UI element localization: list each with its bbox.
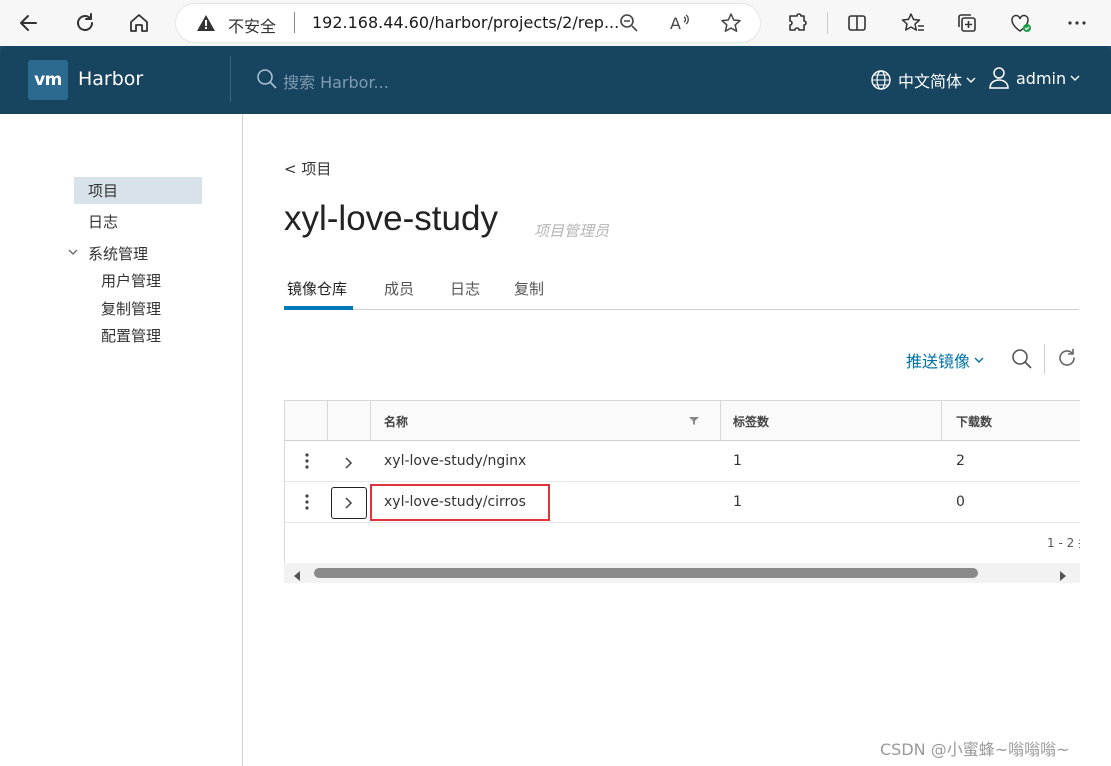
column-header-tags[interactable]: 标签数 <box>733 413 769 430</box>
horizontal-scrollbar[interactable] <box>284 563 1080 583</box>
reload-icon[interactable] <box>70 8 100 38</box>
sidebar-item-users[interactable]: 用户管理 <box>101 270 161 291</box>
column-divider <box>720 401 721 441</box>
search-icon[interactable] <box>1010 347 1034 375</box>
header-divider <box>230 56 231 102</box>
search-icon[interactable] <box>256 68 278 94</box>
vmware-logo: vm <box>28 60 68 100</box>
browser-health-icon[interactable] <box>1006 8 1036 38</box>
project-tabs: 镜像仓库 成员 日志 复制 <box>284 270 1079 310</box>
repository-name[interactable]: xyl-love-study/nginx <box>384 453 526 469</box>
tab-replication[interactable]: 复制 <box>514 278 544 299</box>
sidebar: 项目 日志 系统管理 用户管理 复制管理 配置管理 <box>0 114 243 766</box>
read-aloud-icon[interactable]: A <box>668 12 692 38</box>
chevron-down-icon <box>1070 74 1080 82</box>
favorites-icon[interactable] <box>898 8 928 38</box>
toolbar-divider <box>1044 344 1045 374</box>
column-header-pulls[interactable]: 下载数 <box>956 413 992 430</box>
warning-icon <box>196 14 216 36</box>
chevron-right-icon[interactable] <box>331 487 367 519</box>
favorite-star-icon[interactable] <box>720 12 742 38</box>
push-image-button[interactable]: 推送镜像 <box>906 348 984 372</box>
page-title: xyl-love-study <box>284 199 498 238</box>
address-bar[interactable]: 不安全 192.168.44.60/harbor/projects/2/rep.… <box>176 4 760 42</box>
chevron-right-icon[interactable] <box>331 449 367 477</box>
username-label: admin <box>1016 68 1067 88</box>
more-menu-icon[interactable] <box>1062 8 1092 38</box>
user-menu[interactable]: admin <box>988 66 1080 90</box>
collections-icon[interactable] <box>952 8 982 38</box>
scrollbar-thumb[interactable] <box>314 568 978 578</box>
scroll-right-icon[interactable] <box>1058 567 1068 586</box>
insecure-label: 不安全 <box>228 17 277 36</box>
language-selector[interactable]: 中文简体 <box>870 68 976 92</box>
pull-count: 2 <box>956 453 965 469</box>
browser-toolbar: 不安全 192.168.44.60/harbor/projects/2/rep.… <box>0 0 1111 46</box>
column-divider <box>327 401 328 441</box>
sidebar-item-projects[interactable]: 项目 <box>88 180 118 201</box>
table-header: 名称 标签数 下载数 <box>285 401 1080 441</box>
user-icon <box>988 66 1010 90</box>
active-tab-indicator <box>284 306 353 310</box>
app-name[interactable]: Harbor <box>78 68 143 90</box>
sidebar-item-configuration[interactable]: 配置管理 <box>101 325 161 346</box>
address-divider <box>294 12 295 33</box>
column-divider <box>370 401 371 441</box>
refresh-icon[interactable] <box>1056 347 1078 373</box>
tab-members[interactable]: 成员 <box>384 278 414 299</box>
back-arrow-icon[interactable] <box>14 8 44 38</box>
pull-count: 0 <box>956 494 965 510</box>
split-screen-icon[interactable] <box>842 8 872 38</box>
chevron-down-icon <box>966 76 976 84</box>
repository-table: 名称 标签数 下载数 xyl-love-study/nginx 1 2 xyl-… <box>284 400 1080 564</box>
app-header: vm Harbor 搜索 Harbor... 中文简体 admin <box>0 46 1111 114</box>
column-header-name[interactable]: 名称 <box>384 413 408 430</box>
filter-icon[interactable] <box>689 416 699 426</box>
tab-logs[interactable]: 日志 <box>450 278 480 299</box>
back-to-projects-link[interactable]: < 项目 <box>284 158 331 179</box>
tag-count: 1 <box>733 494 742 510</box>
sidebar-item-administration[interactable]: 系统管理 <box>88 243 148 264</box>
chevron-down-icon <box>974 356 984 364</box>
pagination-summary: 1 - 2 共 <box>1047 536 1080 550</box>
globe-icon <box>870 69 892 91</box>
url-text[interactable]: 192.168.44.60/harbor/projects/2/rep... <box>312 13 619 32</box>
zoom-icon[interactable] <box>618 12 640 38</box>
scroll-left-icon[interactable] <box>292 567 302 586</box>
table-row[interactable]: xyl-love-study/nginx 1 2 <box>285 441 1080 482</box>
toolbar-divider <box>827 12 828 34</box>
global-search-input[interactable]: 搜索 Harbor... <box>283 69 389 93</box>
tag-count: 1 <box>733 453 742 469</box>
tab-repositories[interactable]: 镜像仓库 <box>287 278 347 299</box>
column-divider <box>941 401 942 441</box>
svg-text:A: A <box>670 14 681 33</box>
chevron-down-icon[interactable] <box>67 248 79 257</box>
row-actions-icon[interactable] <box>305 493 309 515</box>
home-icon[interactable] <box>124 8 154 38</box>
sidebar-item-replication[interactable]: 复制管理 <box>101 298 161 319</box>
role-label: 项目管理员 <box>534 222 610 240</box>
push-image-label: 推送镜像 <box>906 352 971 371</box>
row-actions-icon[interactable] <box>305 452 309 474</box>
language-label: 中文简体 <box>898 72 963 91</box>
annotation-highlight-box <box>370 484 550 521</box>
watermark: CSDN @小蜜蜂~嗡嗡嗡~ <box>880 740 1070 759</box>
sidebar-item-logs[interactable]: 日志 <box>88 211 118 232</box>
extensions-icon[interactable] <box>782 8 812 38</box>
